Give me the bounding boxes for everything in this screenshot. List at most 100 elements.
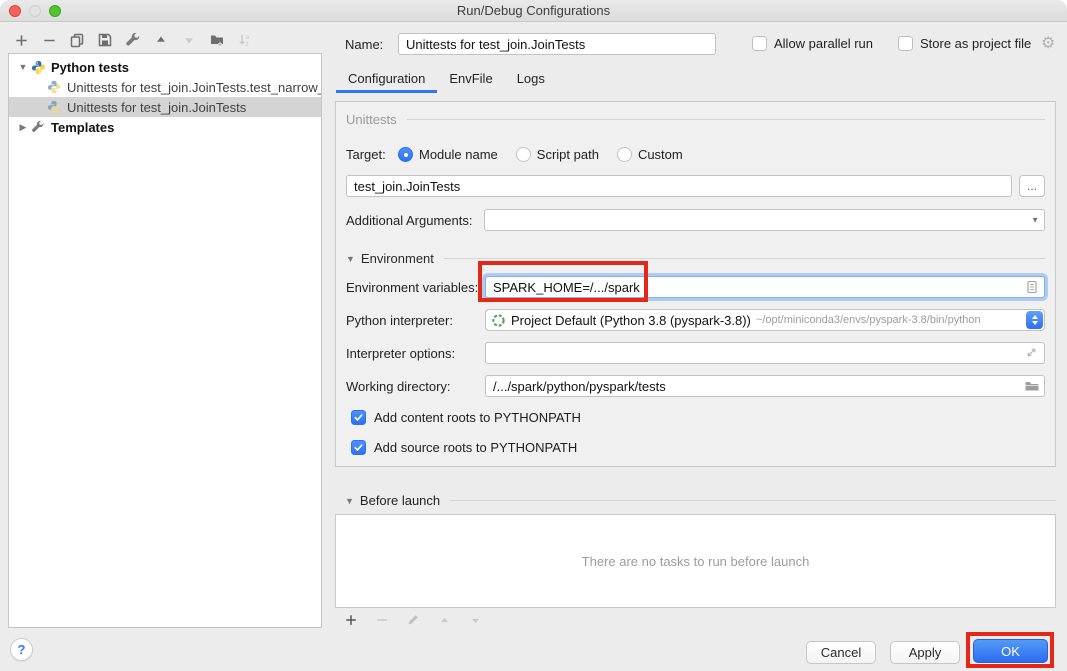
radio-label: Script path	[537, 147, 599, 162]
divider	[450, 500, 1056, 501]
unittests-group-header: Unittests	[346, 112, 1045, 127]
add-content-roots-label: Add content roots to PYTHONPATH	[374, 410, 581, 425]
name-input[interactable]	[398, 33, 716, 55]
edit-templates-icon[interactable]	[125, 32, 141, 48]
copy-configuration-icon[interactable]	[69, 32, 85, 48]
edit-task-icon[interactable]	[405, 612, 421, 628]
configurations-toolbar: az	[13, 31, 253, 49]
tree-item-unittest-narrow[interactable]: Unittests for test_join.JoinTests.test_n…	[9, 77, 321, 97]
radio-selected-icon[interactable]	[398, 147, 413, 162]
target-label: Target:	[346, 147, 398, 162]
radio-script-path[interactable]: Script path	[516, 147, 599, 162]
environment-section-header: ▼ Environment	[346, 251, 1045, 266]
checkbox-checked-icon[interactable]	[351, 440, 366, 455]
add-task-icon[interactable]	[343, 612, 359, 628]
combobox-stepper-icon[interactable]	[1026, 311, 1043, 329]
radio-module-name[interactable]: Module name	[398, 147, 498, 162]
zoom-window-button[interactable]	[49, 5, 61, 17]
tree-item-python-tests[interactable]: ▼ Python tests	[9, 57, 321, 77]
browse-button[interactable]: ...	[1019, 175, 1045, 197]
python-test-icon	[47, 100, 62, 115]
python-interpreter-label: Python interpreter:	[346, 313, 485, 328]
python-interpreter-row: Python interpreter: Project Default (Pyt…	[346, 309, 1045, 331]
move-down-icon[interactable]	[181, 32, 197, 48]
interpreter-options-input[interactable]	[485, 342, 1045, 364]
tab-configuration[interactable]: Configuration	[336, 67, 437, 93]
interpreter-options-row: Interpreter options:	[346, 342, 1045, 364]
new-folder-icon[interactable]	[209, 32, 225, 48]
title-bar: Run/Debug Configurations	[0, 0, 1067, 22]
add-source-roots-label: Add source roots to PYTHONPATH	[374, 440, 577, 455]
target-input-row: ...	[346, 175, 1045, 197]
collapse-triangle-icon[interactable]: ▼	[345, 496, 354, 506]
tree-item-label: Unittests for test_join.JoinTests	[67, 100, 246, 115]
python-icon	[31, 60, 46, 75]
environment-variables-input[interactable]	[485, 276, 1045, 298]
tree-item-label: Unittests for test_join.JoinTests.test_n…	[67, 80, 321, 95]
interpreter-path: ~/opt/miniconda3/envs/pyspark-3.8/bin/py…	[756, 314, 981, 326]
radio-unselected-icon[interactable]	[516, 147, 531, 162]
save-configuration-icon[interactable]	[97, 32, 113, 48]
chevron-down-icon[interactable]: ▼	[1031, 216, 1039, 225]
target-row: Target: Module name Script path Custom	[346, 147, 1045, 162]
move-task-down-icon[interactable]	[467, 612, 483, 628]
tab-envfile[interactable]: EnvFile	[437, 67, 504, 93]
name-label: Name:	[345, 37, 383, 52]
before-launch-title: Before launch	[360, 493, 440, 508]
radio-unselected-icon[interactable]	[617, 147, 632, 162]
environment-variables-label: Environment variables:	[346, 280, 485, 295]
tree-item-templates[interactable]: ▶ Templates	[9, 117, 321, 137]
remove-configuration-icon[interactable]	[41, 32, 57, 48]
store-as-project-file-label: Store as project file	[920, 36, 1031, 51]
add-source-roots-checkbox[interactable]: Add source roots to PYTHONPATH	[351, 440, 1045, 455]
collapse-triangle-icon[interactable]: ▼	[346, 254, 355, 264]
checkbox-unchecked-icon[interactable]	[898, 36, 913, 51]
sort-configurations-icon[interactable]: az	[237, 32, 253, 48]
chevron-right-icon[interactable]: ▶	[17, 122, 29, 133]
ok-button[interactable]: OK	[973, 639, 1048, 663]
allow-parallel-run-label: Allow parallel run	[774, 36, 873, 51]
tab-logs[interactable]: Logs	[505, 67, 557, 93]
help-button[interactable]: ?	[10, 638, 33, 661]
cancel-button[interactable]: Cancel	[806, 641, 876, 664]
before-launch-header: ▼ Before launch	[345, 493, 1056, 508]
target-module-input[interactable]	[346, 175, 1012, 197]
additional-arguments-input[interactable]	[484, 209, 1045, 231]
add-content-roots-checkbox[interactable]: Add content roots to PYTHONPATH	[351, 410, 1045, 425]
before-launch-toolbar	[343, 611, 483, 629]
tree-item-unittest-jointests-selected[interactable]: Unittests for test_join.JoinTests	[9, 97, 321, 117]
working-directory-input[interactable]	[485, 375, 1045, 397]
python-interpreter-select[interactable]: Project Default (Python 3.8 (pyspark-3.8…	[485, 309, 1045, 331]
svg-text:a: a	[246, 34, 250, 41]
gear-icon[interactable]: ⚙	[1041, 35, 1055, 53]
conda-env-icon	[491, 313, 506, 328]
wrench-icon	[31, 120, 46, 135]
checkbox-unchecked-icon[interactable]	[752, 36, 767, 51]
configurations-tree: ▼ Python tests Unittests for test_join.J…	[8, 53, 322, 628]
window-title: Run/Debug Configurations	[0, 0, 1067, 21]
apply-button[interactable]: Apply	[890, 641, 960, 664]
tree-item-label: Templates	[51, 120, 114, 135]
move-up-icon[interactable]	[153, 32, 169, 48]
before-launch-task-list: There are no tasks to run before launch	[335, 514, 1056, 608]
minimize-window-button[interactable]	[29, 5, 41, 17]
before-launch-empty-text: There are no tasks to run before launch	[582, 554, 810, 569]
checkbox-checked-icon[interactable]	[351, 410, 366, 425]
tree-item-label: Python tests	[51, 60, 129, 75]
configuration-tabs: Configuration EnvFile Logs	[336, 67, 557, 93]
remove-task-icon[interactable]	[374, 612, 390, 628]
radio-custom[interactable]: Custom	[617, 147, 683, 162]
run-debug-configurations-dialog: Run/Debug Configurations az ▼ Pyt	[0, 0, 1067, 671]
allow-parallel-run-checkbox[interactable]: Allow parallel run	[752, 36, 873, 51]
configuration-form: Unittests Target: Module name Script pat…	[335, 101, 1056, 467]
environment-variables-row: Environment variables:	[346, 276, 1045, 298]
additional-arguments-label: Additional Arguments:	[346, 213, 472, 228]
unittests-group-title: Unittests	[346, 112, 397, 127]
working-directory-label: Working directory:	[346, 379, 485, 394]
add-configuration-icon[interactable]	[13, 32, 29, 48]
environment-section-title: Environment	[361, 251, 434, 266]
chevron-down-icon[interactable]: ▼	[17, 62, 29, 72]
move-task-up-icon[interactable]	[436, 612, 452, 628]
close-window-button[interactable]	[9, 5, 21, 17]
store-as-project-file-checkbox[interactable]: Store as project file	[898, 36, 1031, 51]
